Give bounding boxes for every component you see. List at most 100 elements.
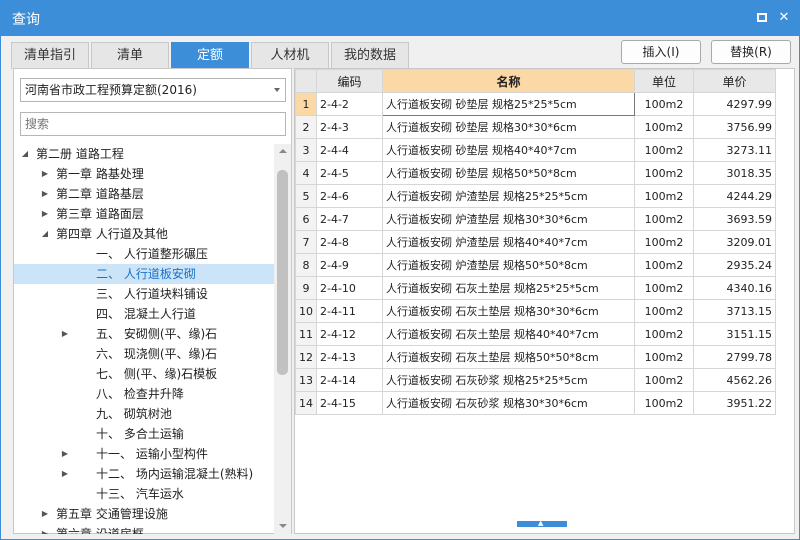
- code-header[interactable]: 编码: [316, 69, 383, 93]
- unit-cell: 100m2: [634, 345, 694, 369]
- collapse-arrow-icon[interactable]: ◢: [20, 144, 30, 164]
- table-row[interactable]: 1 2-4-2 人行道板安砌 砂垫层 规格25*25*5cm 100m2 4297.99: [295, 92, 776, 116]
- table-row[interactable]: 13 2-4-14 人行道板安砌 石灰砂浆 规格25*25*5cm 100m2 4562…: [295, 368, 776, 392]
- code-cell: 2-4-5: [316, 161, 383, 185]
- expand-arrow-icon[interactable]: ▶: [60, 464, 70, 484]
- tree-node-label: 第五章 交通管理设施: [56, 507, 168, 521]
- tab-bill[interactable]: 清单: [91, 42, 169, 69]
- table-row[interactable]: 2 2-4-3 人行道板安砌 砂垫层 规格30*30*6cm 100m2 3756.99: [295, 115, 776, 139]
- row-number: 12: [295, 345, 317, 369]
- tab-bill-guide[interactable]: 清单指引: [11, 42, 89, 69]
- insert-button[interactable]: 插入(I): [621, 40, 701, 64]
- table-row[interactable]: 6 2-4-7 人行道板安砌 炉渣垫层 规格30*30*6cm 100m2 3693.5…: [295, 207, 776, 231]
- name-cell: 人行道板安砌 砂垫层 规格30*30*6cm: [382, 115, 635, 139]
- close-icon[interactable]: ✕: [776, 10, 792, 26]
- tree-node[interactable]: ▶ 第六章 沿道房框: [14, 524, 274, 534]
- table-row[interactable]: 11 2-4-12 人行道板安砌 石灰土垫层 规格40*40*7cm 100m2 315…: [295, 322, 776, 346]
- quota-table-panel: 编码 名称 单位 单价 1 2-4-2 人行道板安砌 砂垫层 规格25*25*5cm…: [294, 68, 795, 534]
- table-row[interactable]: 12 2-4-13 人行道板安砌 石灰土垫层 规格50*50*8cm 100m2 279…: [295, 345, 776, 369]
- table-row[interactable]: 10 2-4-11 人行道板安砌 石灰土垫层 规格30*30*6cm 100m2 371…: [295, 299, 776, 323]
- tree-node-label: 第一章 路基处理: [56, 167, 144, 181]
- expand-arrow-icon[interactable]: ▶: [40, 204, 50, 224]
- scroll-down-icon[interactable]: [279, 524, 287, 528]
- window-title: 查询: [12, 12, 40, 28]
- expand-arrow-icon[interactable]: ▶: [40, 524, 50, 534]
- tree-scrollbar[interactable]: [274, 144, 291, 534]
- row-number: 4: [295, 161, 317, 185]
- expand-arrow-icon[interactable]: ▶: [60, 444, 70, 464]
- unit-cell: 100m2: [634, 138, 694, 162]
- code-cell: 2-4-9: [316, 253, 383, 277]
- tree-node-label: 第二册 道路工程: [36, 147, 124, 161]
- row-number: 1: [295, 92, 317, 116]
- unit-header[interactable]: 单位: [634, 69, 694, 93]
- tab-my-data[interactable]: 我的数据: [331, 42, 409, 69]
- price-cell: 3151.15: [693, 322, 776, 346]
- scroll-thumb[interactable]: [277, 170, 288, 375]
- tree-node[interactable]: ▶ 十二、 场内运输混凝土(熟料): [14, 464, 274, 484]
- price-cell: 4244.29: [693, 184, 776, 208]
- table-row[interactable]: 8 2-4-9 人行道板安砌 炉渣垫层 规格50*50*8cm 100m2 2935.2…: [295, 253, 776, 277]
- tree-node-label: 二、 人行道板安砌: [96, 267, 196, 281]
- tree-node[interactable]: 八、 检查井升降: [14, 384, 274, 404]
- tree-node[interactable]: 十三、 汽车运水: [14, 484, 274, 504]
- price-cell: 4297.99: [693, 92, 776, 116]
- tree-node[interactable]: ▶ 第二章 道路基层: [14, 184, 274, 204]
- tree-node[interactable]: 一、 人行道整形碾压: [14, 244, 274, 264]
- tree-node-label: 第二章 道路基层: [56, 187, 144, 201]
- tree-node[interactable]: 三、 人行道块料铺设: [14, 284, 274, 304]
- price-cell: 3018.35: [693, 161, 776, 185]
- row-number: 8: [295, 253, 317, 277]
- search-input[interactable]: [20, 112, 286, 136]
- tree-node[interactable]: 十、 多合土运输: [14, 424, 274, 444]
- library-select[interactable]: 河南省市政工程预算定额(2016): [20, 78, 286, 102]
- replace-button[interactable]: 替换(R): [711, 40, 791, 64]
- table-row[interactable]: 9 2-4-10 人行道板安砌 石灰土垫层 规格25*25*5cm 100m2 4340…: [295, 276, 776, 300]
- name-cell: 人行道板安砌 石灰土垫层 规格30*30*6cm: [382, 299, 635, 323]
- tree-node-label: 九、 砌筑树池: [96, 407, 172, 421]
- library-panel: 河南省市政工程预算定额(2016) ◢ 第二册 道路工程 ▶ 第一章 路基处理 ▶ 第二章…: [13, 68, 292, 534]
- table-row[interactable]: 3 2-4-4 人行道板安砌 砂垫层 规格40*40*7cm 100m2 3273.11: [295, 138, 776, 162]
- tree-node[interactable]: 七、 侧(平、缘)石模板: [14, 364, 274, 384]
- tree-node[interactable]: ▶ 第一章 路基处理: [14, 164, 274, 184]
- tab-labor-material[interactable]: 人材机: [251, 42, 329, 69]
- tree-node[interactable]: ◢ 第四章 人行道及其他: [14, 224, 274, 244]
- tab-quota[interactable]: 定额: [171, 42, 249, 69]
- table-row[interactable]: 14 2-4-15 人行道板安砌 石灰砂浆 规格30*30*6cm 100m2 3951…: [295, 391, 776, 415]
- quota-table: 编码 名称 单位 单价 1 2-4-2 人行道板安砌 砂垫层 规格25*25*5cm…: [295, 69, 776, 415]
- expand-arrow-icon[interactable]: ▶: [60, 324, 70, 344]
- scroll-up-icon[interactable]: [279, 149, 287, 153]
- tree-node[interactable]: 九、 砌筑树池: [14, 404, 274, 424]
- tree-node[interactable]: ◢ 第二册 道路工程: [14, 144, 274, 164]
- tree-node[interactable]: 四、 混凝土人行道: [14, 304, 274, 324]
- tree-node[interactable]: ▶ 第三章 道路面层: [14, 204, 274, 224]
- tree-node-label: 三、 人行道块料铺设: [96, 287, 208, 301]
- code-cell: 2-4-7: [316, 207, 383, 231]
- unit-cell: 100m2: [634, 184, 694, 208]
- tree-node-label: 第六章 沿道房框: [56, 527, 144, 534]
- table-row[interactable]: 4 2-4-5 人行道板安砌 砂垫层 规格50*50*8cm 100m2 3018.35: [295, 161, 776, 185]
- tree-node-label: 十三、 汽车运水: [96, 487, 184, 501]
- expand-arrow-icon[interactable]: ▶: [40, 504, 50, 524]
- row-number: 9: [295, 276, 317, 300]
- tree-node[interactable]: ▶ 十一、 运输小型构件: [14, 444, 274, 464]
- tree-node[interactable]: ▶ 第五章 交通管理设施: [14, 504, 274, 524]
- name-header[interactable]: 名称: [382, 69, 635, 93]
- code-cell: 2-4-10: [316, 276, 383, 300]
- tree-node[interactable]: 二、 人行道板安砌: [14, 264, 274, 284]
- tree-node[interactable]: ▶ 五、 安砌侧(平、缘)石: [14, 324, 274, 344]
- panel-collapse-handle[interactable]: ▲: [517, 520, 567, 527]
- expand-arrow-icon[interactable]: ▶: [40, 184, 50, 204]
- chevron-down-icon: [274, 88, 280, 92]
- tree-node[interactable]: 六、 现浇侧(平、缘)石: [14, 344, 274, 364]
- library-select-value: 河南省市政工程预算定额(2016): [25, 83, 197, 97]
- maximize-icon[interactable]: [754, 10, 770, 26]
- collapse-arrow-icon[interactable]: ◢: [40, 224, 50, 244]
- row-number-header: [295, 69, 317, 93]
- name-cell: 人行道板安砌 砂垫层 规格25*25*5cm: [382, 92, 635, 116]
- code-cell: 2-4-11: [316, 299, 383, 323]
- price-header[interactable]: 单价: [693, 69, 776, 93]
- table-row[interactable]: 5 2-4-6 人行道板安砌 炉渣垫层 规格25*25*5cm 100m2 4244.2…: [295, 184, 776, 208]
- table-row[interactable]: 7 2-4-8 人行道板安砌 炉渣垫层 规格40*40*7cm 100m2 3209.0…: [295, 230, 776, 254]
- expand-arrow-icon[interactable]: ▶: [40, 164, 50, 184]
